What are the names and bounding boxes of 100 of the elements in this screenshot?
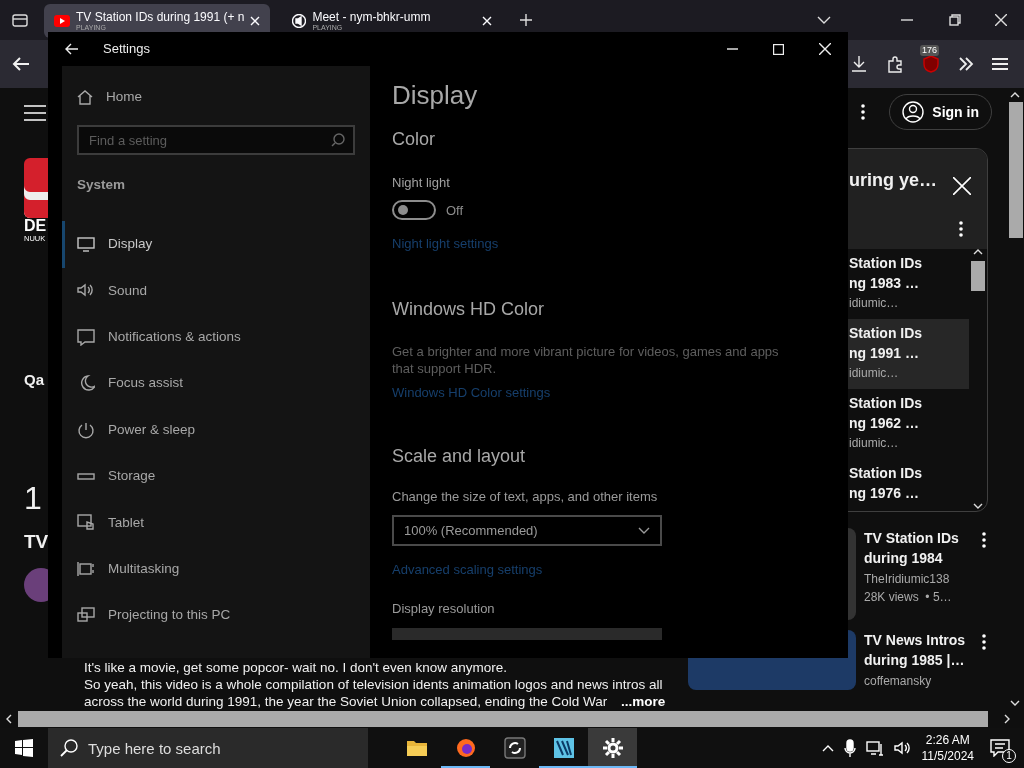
chevron-right-icon[interactable] [1004, 714, 1010, 724]
channel-name: coffemansky [864, 673, 933, 690]
playlist-item-title: Station IDs [849, 464, 924, 483]
power-icon [77, 421, 95, 439]
description-text: Get a brighter and more vibrant picture for videos, games and apps that support HDR. [392, 342, 780, 377]
window-title: Settings [103, 40, 150, 59]
settings-nav-item[interactable]: Projecting to this PC [62, 592, 355, 639]
close-icon[interactable] [819, 43, 831, 55]
section-heading: System [77, 176, 127, 194]
settings-nav-item[interactable]: Focus assist [62, 360, 355, 407]
playlist-item-title: ng 1983 … [849, 274, 921, 293]
toggle-switch[interactable] [392, 200, 436, 221]
video-text: 1 [24, 479, 43, 516]
search-icon [331, 133, 345, 147]
microphone-icon[interactable] [843, 739, 856, 757]
notification-icon[interactable] [990, 739, 1010, 757]
search-icon [60, 739, 78, 757]
setting-label: Change the size of text, apps, and other items [392, 488, 659, 507]
date-text: 11/5/2024 [921, 748, 974, 764]
section-heading: Scale and layout [392, 445, 527, 468]
settings-nav-item[interactable]: Tablet [62, 499, 355, 546]
home-nav-item[interactable]: Home [62, 77, 355, 117]
description-line: It's like a movie, get some popcor- wait no. I don't even know anymore. [84, 659, 509, 676]
playlist-item-title: ng 1962 … [849, 414, 921, 433]
settings-nav-item[interactable]: Sound [62, 267, 355, 315]
logo-text: DE [24, 218, 48, 234]
chevron-up-icon[interactable] [973, 249, 983, 255]
more-link[interactable]: ...more [621, 694, 666, 709]
network-icon[interactable] [865, 740, 884, 756]
taskbar-app-button[interactable] [588, 728, 637, 768]
chevron-down-icon [638, 526, 650, 534]
channel-name: idiumic… [849, 295, 900, 312]
page-heading: Display [392, 80, 479, 112]
setting-label: Display resolution [392, 599, 496, 618]
shield-icon[interactable] [922, 55, 940, 73]
section-heading: Color [392, 129, 436, 151]
display-icon [77, 235, 95, 253]
scrollbar-thumb[interactable] [18, 711, 988, 727]
playlist-item-title: Station IDs [849, 394, 924, 413]
video-icon [54, 15, 70, 27]
video-title: TV [24, 529, 48, 554]
restore-icon[interactable] [949, 14, 961, 26]
playlist-item-title: ng 1991 … [849, 344, 921, 363]
notification-count: 1 [1002, 749, 1016, 763]
maximize-icon[interactable] [773, 43, 784, 55]
tab-list-icon[interactable] [12, 12, 28, 28]
notifications-icon [77, 328, 95, 346]
logo-drawing [24, 158, 48, 218]
scrollbar-thumb[interactable] [1009, 102, 1023, 238]
clock[interactable]: 2:26 AM 11/5/2024 [921, 732, 974, 764]
home-icon [77, 89, 93, 105]
toggle-state-text: Off [446, 201, 464, 220]
channel-name: idiumic… [849, 365, 900, 382]
more-vert-icon[interactable] [861, 104, 866, 120]
puzzle-icon[interactable] [886, 55, 904, 73]
video-title[interactable]: TV News Intros during 1985 |… [864, 630, 974, 670]
gear-icon[interactable] [601, 737, 624, 759]
person-icon [902, 101, 925, 123]
film-icon[interactable] [552, 737, 575, 759]
chevron-down-icon[interactable] [1010, 700, 1020, 706]
playlist-item-title: Station IDs [849, 254, 924, 273]
menu-icon[interactable] [992, 57, 1008, 71]
taskbar-search-field[interactable]: Type here to search [48, 728, 368, 768]
chevron-down-icon[interactable] [973, 503, 983, 509]
video-title[interactable]: TV Station IDs during 1984 [864, 528, 974, 568]
time-text: 2:26 AM [924, 732, 971, 748]
description-line: So yeah, this video is a whole compilation of television idents animation logos and news intros all [84, 676, 664, 693]
download-icon[interactable] [850, 55, 868, 73]
back-arrow-icon[interactable] [65, 43, 79, 55]
chevron-down-icon[interactable] [817, 16, 831, 24]
projecting-icon [77, 607, 95, 625]
chevron-up-icon[interactable] [1010, 92, 1020, 98]
settings-nav-item[interactable]: Power & sleep [62, 406, 355, 454]
sync-icon[interactable] [503, 737, 526, 759]
description-line: across the world during 1991, the year the Soviet Union collapsed, ending the Cold War ...more [84, 693, 667, 710]
multitasking-icon [77, 560, 95, 578]
channel-name: idiumic… [849, 435, 900, 452]
tab-title: Meet - nym-bhkr-umm [312, 10, 432, 24]
chevron-left-icon[interactable] [6, 714, 12, 724]
scrollbar-thumb[interactable] [971, 261, 985, 291]
scale-dropdown[interactable]: 100% (Recommended) [392, 514, 662, 546]
more-vert-icon[interactable] [959, 221, 963, 237]
tab-title: TV Station IDs during 1991 (+ n [76, 10, 245, 24]
settings-nav-item[interactable]: Storage [62, 453, 355, 500]
new-tab-icon[interactable] [520, 14, 533, 26]
search-field[interactable]: Find a setting [77, 125, 355, 155]
channel-name: TheIridiumic138 [864, 571, 951, 588]
double-chevron-icon[interactable] [958, 57, 974, 71]
settings-nav-item[interactable]: Display [62, 221, 355, 268]
tablet-icon [77, 514, 95, 532]
volume-icon[interactable] [893, 740, 910, 756]
close-icon[interactable] [995, 14, 1007, 26]
menu-icon[interactable] [24, 105, 48, 121]
section-heading: Windows HD Color [392, 299, 546, 321]
playlist-item-title: Station IDs [849, 324, 924, 343]
browser-icon[interactable] [454, 737, 477, 759]
playlist-item-title: ng 1976 … [849, 484, 921, 503]
settings-nav-item[interactable]: Multitasking [62, 546, 355, 593]
back-arrow-icon[interactable] [12, 56, 30, 72]
settings-nav-item[interactable]: Notifications & actions [62, 314, 355, 361]
